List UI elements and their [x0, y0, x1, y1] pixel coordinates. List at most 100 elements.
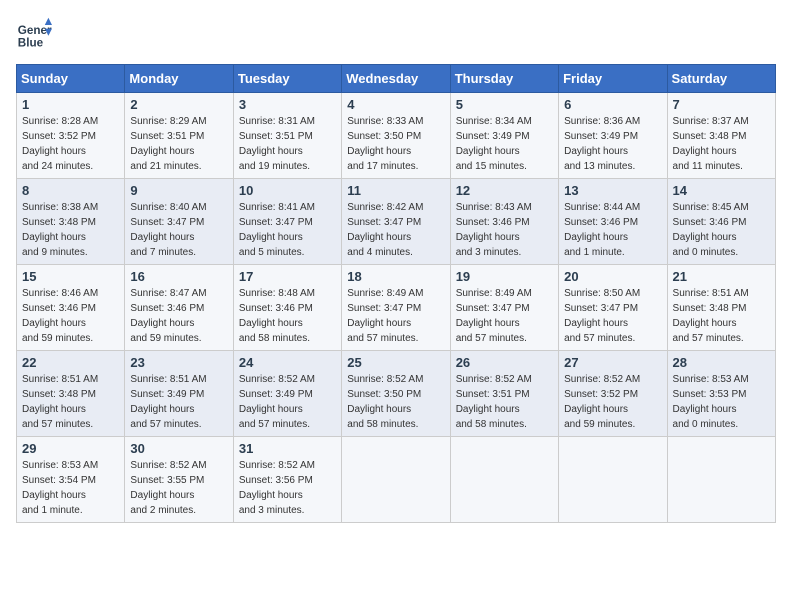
- calendar-cell: 15 Sunrise: 8:46 AMSunset: 3:46 PMDaylig…: [17, 265, 125, 351]
- day-number: 27: [564, 355, 661, 370]
- calendar-cell: 23 Sunrise: 8:51 AMSunset: 3:49 PMDaylig…: [125, 351, 233, 437]
- day-number: 29: [22, 441, 119, 456]
- day-number: 18: [347, 269, 444, 284]
- day-info: Sunrise: 8:44 AMSunset: 3:46 PMDaylight …: [564, 200, 661, 260]
- logo: General Blue: [16, 16, 52, 52]
- day-info: Sunrise: 8:52 AMSunset: 3:56 PMDaylight …: [239, 458, 336, 518]
- day-info: Sunrise: 8:38 AMSunset: 3:48 PMDaylight …: [22, 200, 119, 260]
- calendar-cell: [450, 437, 558, 523]
- day-info: Sunrise: 8:28 AMSunset: 3:52 PMDaylight …: [22, 114, 119, 174]
- calendar-cell: [667, 437, 775, 523]
- day-number: 7: [673, 97, 770, 112]
- day-number: 21: [673, 269, 770, 284]
- day-number: 26: [456, 355, 553, 370]
- calendar-cell: 3 Sunrise: 8:31 AMSunset: 3:51 PMDayligh…: [233, 93, 341, 179]
- day-info: Sunrise: 8:37 AMSunset: 3:48 PMDaylight …: [673, 114, 770, 174]
- calendar-cell: 16 Sunrise: 8:47 AMSunset: 3:46 PMDaylig…: [125, 265, 233, 351]
- calendar-cell: 22 Sunrise: 8:51 AMSunset: 3:48 PMDaylig…: [17, 351, 125, 437]
- day-number: 13: [564, 183, 661, 198]
- day-number: 5: [456, 97, 553, 112]
- calendar-cell: 28 Sunrise: 8:53 AMSunset: 3:53 PMDaylig…: [667, 351, 775, 437]
- calendar-cell: 11 Sunrise: 8:42 AMSunset: 3:47 PMDaylig…: [342, 179, 450, 265]
- calendar-header-row: SundayMondayTuesdayWednesdayThursdayFrid…: [17, 65, 776, 93]
- day-info: Sunrise: 8:52 AMSunset: 3:52 PMDaylight …: [564, 372, 661, 432]
- calendar-cell: 30 Sunrise: 8:52 AMSunset: 3:55 PMDaylig…: [125, 437, 233, 523]
- day-info: Sunrise: 8:51 AMSunset: 3:49 PMDaylight …: [130, 372, 227, 432]
- day-number: 25: [347, 355, 444, 370]
- day-info: Sunrise: 8:52 AMSunset: 3:50 PMDaylight …: [347, 372, 444, 432]
- day-info: Sunrise: 8:48 AMSunset: 3:46 PMDaylight …: [239, 286, 336, 346]
- day-info: Sunrise: 8:43 AMSunset: 3:46 PMDaylight …: [456, 200, 553, 260]
- day-header-tuesday: Tuesday: [233, 65, 341, 93]
- calendar-cell: 26 Sunrise: 8:52 AMSunset: 3:51 PMDaylig…: [450, 351, 558, 437]
- day-info: Sunrise: 8:46 AMSunset: 3:46 PMDaylight …: [22, 286, 119, 346]
- day-number: 31: [239, 441, 336, 456]
- logo-icon: General Blue: [16, 16, 52, 52]
- calendar-cell: 7 Sunrise: 8:37 AMSunset: 3:48 PMDayligh…: [667, 93, 775, 179]
- calendar-body: 1 Sunrise: 8:28 AMSunset: 3:52 PMDayligh…: [17, 93, 776, 523]
- day-info: Sunrise: 8:53 AMSunset: 3:53 PMDaylight …: [673, 372, 770, 432]
- calendar-cell: 31 Sunrise: 8:52 AMSunset: 3:56 PMDaylig…: [233, 437, 341, 523]
- day-number: 14: [673, 183, 770, 198]
- calendar-cell: 5 Sunrise: 8:34 AMSunset: 3:49 PMDayligh…: [450, 93, 558, 179]
- day-number: 20: [564, 269, 661, 284]
- day-number: 30: [130, 441, 227, 456]
- day-number: 10: [239, 183, 336, 198]
- day-number: 15: [22, 269, 119, 284]
- day-number: 3: [239, 97, 336, 112]
- day-info: Sunrise: 8:51 AMSunset: 3:48 PMDaylight …: [673, 286, 770, 346]
- calendar-week-2: 8 Sunrise: 8:38 AMSunset: 3:48 PMDayligh…: [17, 179, 776, 265]
- day-number: 17: [239, 269, 336, 284]
- day-number: 22: [22, 355, 119, 370]
- day-info: Sunrise: 8:51 AMSunset: 3:48 PMDaylight …: [22, 372, 119, 432]
- calendar-week-3: 15 Sunrise: 8:46 AMSunset: 3:46 PMDaylig…: [17, 265, 776, 351]
- calendar-cell: 20 Sunrise: 8:50 AMSunset: 3:47 PMDaylig…: [559, 265, 667, 351]
- day-number: 12: [456, 183, 553, 198]
- calendar-table: SundayMondayTuesdayWednesdayThursdayFrid…: [16, 64, 776, 523]
- day-info: Sunrise: 8:49 AMSunset: 3:47 PMDaylight …: [456, 286, 553, 346]
- calendar-cell: [559, 437, 667, 523]
- calendar-cell: 29 Sunrise: 8:53 AMSunset: 3:54 PMDaylig…: [17, 437, 125, 523]
- calendar-cell: 24 Sunrise: 8:52 AMSunset: 3:49 PMDaylig…: [233, 351, 341, 437]
- day-header-thursday: Thursday: [450, 65, 558, 93]
- day-number: 19: [456, 269, 553, 284]
- svg-text:Blue: Blue: [18, 37, 44, 50]
- day-header-friday: Friday: [559, 65, 667, 93]
- calendar-week-1: 1 Sunrise: 8:28 AMSunset: 3:52 PMDayligh…: [17, 93, 776, 179]
- day-number: 28: [673, 355, 770, 370]
- calendar-cell: 10 Sunrise: 8:41 AMSunset: 3:47 PMDaylig…: [233, 179, 341, 265]
- day-number: 2: [130, 97, 227, 112]
- page-header: General Blue: [16, 16, 776, 52]
- day-info: Sunrise: 8:41 AMSunset: 3:47 PMDaylight …: [239, 200, 336, 260]
- calendar-cell: 6 Sunrise: 8:36 AMSunset: 3:49 PMDayligh…: [559, 93, 667, 179]
- day-info: Sunrise: 8:40 AMSunset: 3:47 PMDaylight …: [130, 200, 227, 260]
- calendar-cell: 4 Sunrise: 8:33 AMSunset: 3:50 PMDayligh…: [342, 93, 450, 179]
- day-header-saturday: Saturday: [667, 65, 775, 93]
- day-info: Sunrise: 8:33 AMSunset: 3:50 PMDaylight …: [347, 114, 444, 174]
- day-info: Sunrise: 8:42 AMSunset: 3:47 PMDaylight …: [347, 200, 444, 260]
- day-info: Sunrise: 8:29 AMSunset: 3:51 PMDaylight …: [130, 114, 227, 174]
- day-info: Sunrise: 8:52 AMSunset: 3:55 PMDaylight …: [130, 458, 227, 518]
- day-number: 24: [239, 355, 336, 370]
- day-header-monday: Monday: [125, 65, 233, 93]
- day-number: 6: [564, 97, 661, 112]
- day-number: 9: [130, 183, 227, 198]
- day-number: 16: [130, 269, 227, 284]
- calendar-week-5: 29 Sunrise: 8:53 AMSunset: 3:54 PMDaylig…: [17, 437, 776, 523]
- calendar-cell: 19 Sunrise: 8:49 AMSunset: 3:47 PMDaylig…: [450, 265, 558, 351]
- day-header-sunday: Sunday: [17, 65, 125, 93]
- day-info: Sunrise: 8:34 AMSunset: 3:49 PMDaylight …: [456, 114, 553, 174]
- day-info: Sunrise: 8:45 AMSunset: 3:46 PMDaylight …: [673, 200, 770, 260]
- calendar-cell: 1 Sunrise: 8:28 AMSunset: 3:52 PMDayligh…: [17, 93, 125, 179]
- calendar-cell: 12 Sunrise: 8:43 AMSunset: 3:46 PMDaylig…: [450, 179, 558, 265]
- day-number: 1: [22, 97, 119, 112]
- day-header-wednesday: Wednesday: [342, 65, 450, 93]
- day-number: 23: [130, 355, 227, 370]
- day-info: Sunrise: 8:52 AMSunset: 3:49 PMDaylight …: [239, 372, 336, 432]
- calendar-cell: 27 Sunrise: 8:52 AMSunset: 3:52 PMDaylig…: [559, 351, 667, 437]
- calendar-cell: 25 Sunrise: 8:52 AMSunset: 3:50 PMDaylig…: [342, 351, 450, 437]
- day-info: Sunrise: 8:53 AMSunset: 3:54 PMDaylight …: [22, 458, 119, 518]
- calendar-cell: [342, 437, 450, 523]
- calendar-cell: 18 Sunrise: 8:49 AMSunset: 3:47 PMDaylig…: [342, 265, 450, 351]
- day-info: Sunrise: 8:31 AMSunset: 3:51 PMDaylight …: [239, 114, 336, 174]
